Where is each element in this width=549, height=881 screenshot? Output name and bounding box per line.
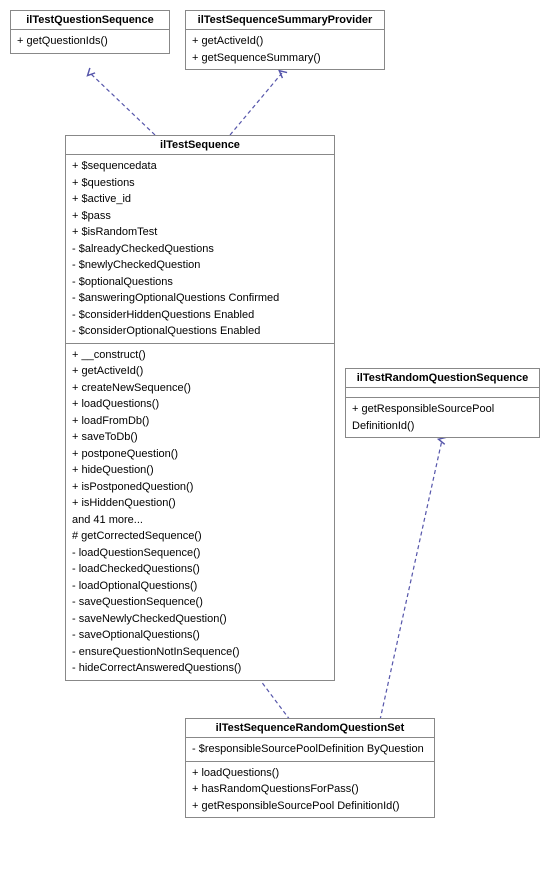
box-section-ilTestRandomQuestionSequence-empty (346, 388, 539, 398)
box-ilTestSequenceRandomQuestionSet: ilTestSequenceRandomQuestionSet - $respo… (185, 718, 435, 818)
box-section-ilTestSequenceRandomQuestionSet-methods: + loadQuestions() + hasRandomQuestionsFo… (186, 762, 434, 818)
box-title-ilTestSequence: ilTestSequence (66, 136, 334, 155)
box-title-ilTestSequenceSummaryProvider: ilTestSequenceSummaryProvider (186, 11, 384, 30)
box-ilTestSequenceSummaryProvider: ilTestSequenceSummaryProvider + getActiv… (185, 10, 385, 70)
box-section-ilTestQuestionSequence-methods: + getQuestionIds() (11, 30, 169, 53)
box-ilTestQuestionSequence: ilTestQuestionSequence + getQuestionIds(… (10, 10, 170, 54)
box-section-ilTestSequence-methods: + __construct() + getActiveId() + create… (66, 344, 334, 680)
box-title-ilTestRandomQuestionSequence: ilTestRandomQuestionSequence (346, 369, 539, 388)
box-section-ilTestSequence-fields: + $sequencedata + $questions + $active_i… (66, 155, 334, 344)
box-section-ilTestSequenceRandomQuestionSet-fields: - $responsibleSourcePoolDefinition ByQue… (186, 738, 434, 762)
box-title-ilTestQuestionSequence: ilTestQuestionSequence (11, 11, 169, 30)
box-section-ilTestRandomQuestionSequence-methods: + getResponsibleSourcePool DefinitionId(… (346, 398, 539, 437)
box-ilTestSequence: ilTestSequence + $sequencedata + $questi… (65, 135, 335, 681)
box-title-ilTestSequenceRandomQuestionSet: ilTestSequenceRandomQuestionSet (186, 719, 434, 738)
box-ilTestRandomQuestionSequence: ilTestRandomQuestionSequence + getRespon… (345, 368, 540, 438)
box-section-ilTestSequenceSummaryProvider-methods: + getActiveId() + getSequenceSummary() (186, 30, 384, 69)
diagram-container: ilTestQuestionSequence + getQuestionIds(… (0, 0, 549, 881)
